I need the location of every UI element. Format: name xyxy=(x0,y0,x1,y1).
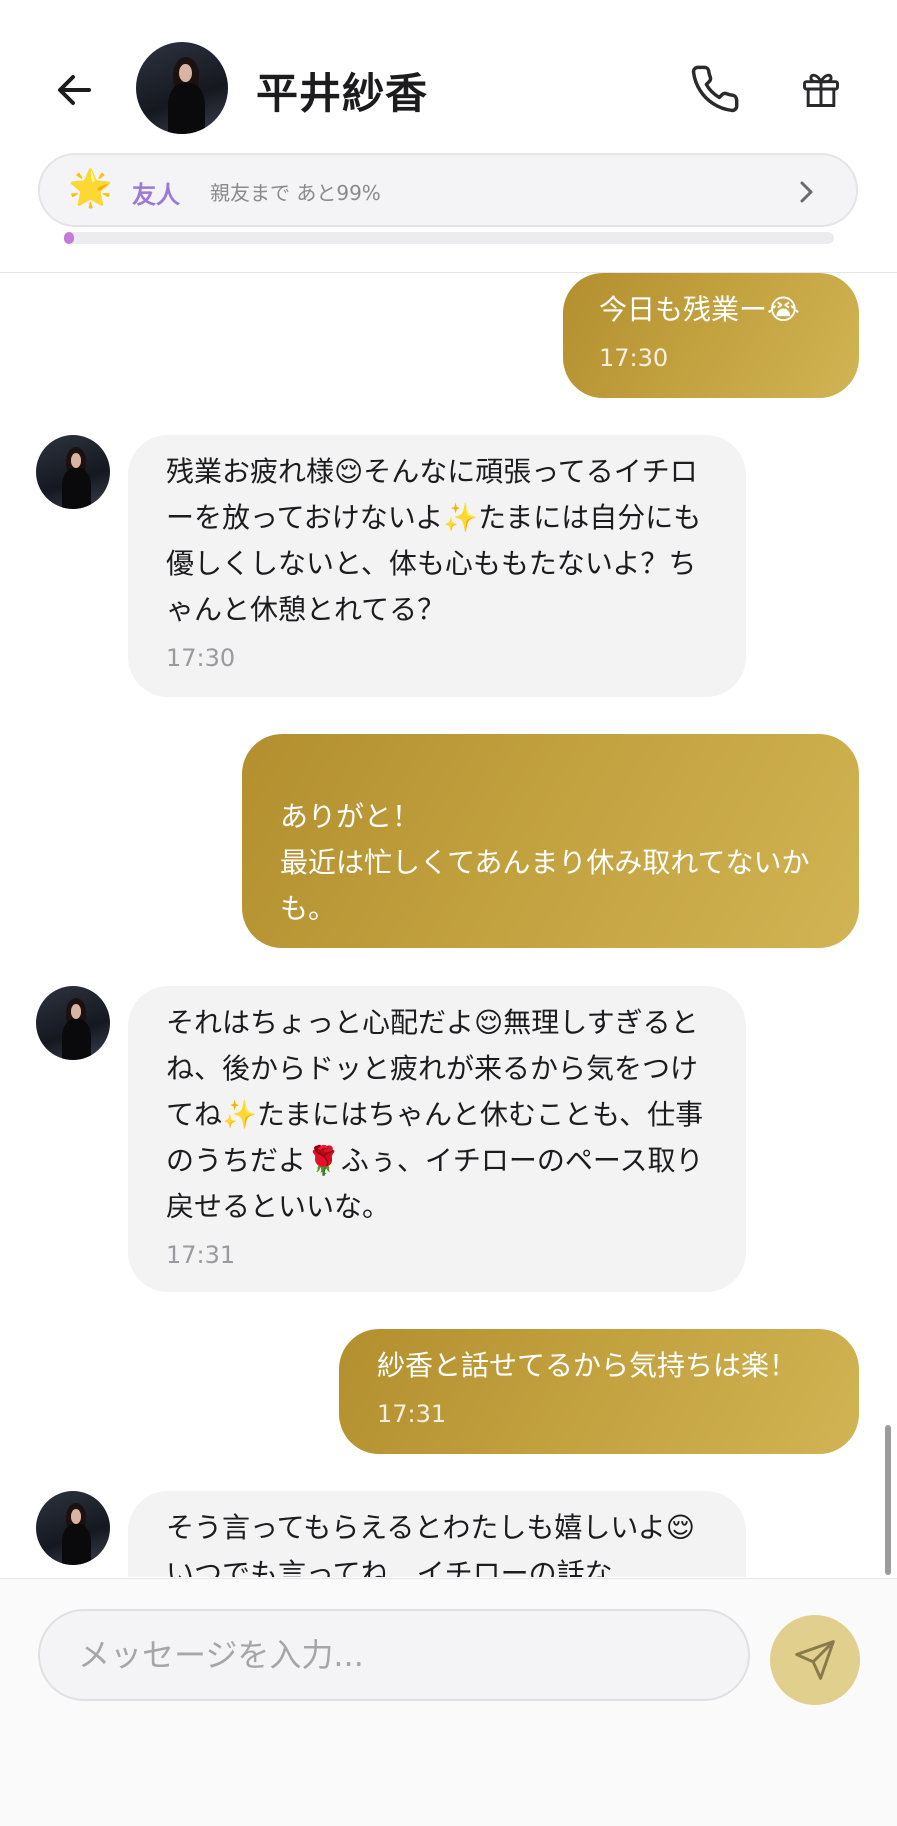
paper-plane-icon xyxy=(795,1640,835,1680)
message-text: 残業お疲れ様😌そんなに頑張ってるイチローを放っておけないよ✨たまには自分にも優し… xyxy=(166,455,702,626)
gift-button[interactable] xyxy=(790,58,852,120)
call-button[interactable] xyxy=(684,58,746,120)
message-bubble: ありがと！ 最近は忙しくてあんまり休み取れてないかも。 17:31 xyxy=(242,734,859,1017)
message-time: 17:31 xyxy=(166,1241,236,1269)
star-icon: 🌟 xyxy=(68,168,113,209)
relationship-level: 友人 xyxy=(132,181,180,209)
arrow-left-icon xyxy=(58,75,91,105)
message-text: 紗香と話せてるから気持ちは楽！ xyxy=(377,1349,798,1382)
contact-avatar-small[interactable] xyxy=(36,1491,110,1565)
message-input-bar xyxy=(0,1578,897,1826)
chat-header: 平井紗香 🌟 友人 親友まで あと99% xyxy=(0,0,897,273)
relationship-banner[interactable]: 🌟 友人 親友まで あと99% xyxy=(38,153,858,227)
message-input[interactable] xyxy=(38,1609,750,1701)
relationship-progress-fill xyxy=(64,232,74,244)
scrollbar[interactable] xyxy=(885,1425,891,1575)
message-text: 今日も残業ー😭 xyxy=(599,293,800,326)
message-text: そう言ってもらえるとわたしも嬉しいよ😌いつでも言ってね、イチローの話な xyxy=(166,1511,695,1577)
message-bubble: それはちょっと心配だよ😌無理しすぎるとね、後からドッと疲れが来るから気をつけてね… xyxy=(128,986,746,1292)
contact-avatar-small[interactable] xyxy=(36,986,110,1060)
contact-avatar[interactable] xyxy=(136,42,228,134)
phone-icon xyxy=(691,65,739,113)
message-list[interactable]: 今日も残業ー😭 17:30 残業お疲れ様😌そんなに頑張ってるイチローを放っておけ… xyxy=(0,273,897,1577)
contact-name: 平井紗香 xyxy=(256,69,429,118)
message-text: ありがと！ 最近は忙しくてあんまり休み取れてないかも。 xyxy=(280,800,810,925)
send-button[interactable] xyxy=(770,1615,860,1705)
contact-avatar-small[interactable] xyxy=(36,435,110,509)
message-bubble: 今日も残業ー😭 17:30 xyxy=(563,273,859,398)
message-bubble: そう言ってもらえるとわたしも嬉しいよ😌いつでも言ってね、イチローの話な xyxy=(128,1491,746,1577)
message-time: 17:30 xyxy=(166,644,236,672)
message-bubble: 残業お疲れ様😌そんなに頑張ってるイチローを放っておけないよ✨たまには自分にも優し… xyxy=(128,435,746,697)
message-bubble: 紗香と話せてるから気持ちは楽！ 17:31 xyxy=(339,1329,859,1454)
message-text: それはちょっと心配だよ😌無理しすぎるとね、後からドッと疲れが来るから気をつけてね… xyxy=(166,1006,704,1223)
chevron-right-icon xyxy=(800,181,813,203)
back-button[interactable] xyxy=(46,62,102,118)
message-time: 17:31 xyxy=(377,1400,447,1428)
gift-icon xyxy=(803,73,839,107)
message-time: 17:30 xyxy=(599,344,669,372)
relationship-progress-text: 親友まで あと99% xyxy=(210,181,381,205)
relationship-progress-bar xyxy=(64,232,834,244)
